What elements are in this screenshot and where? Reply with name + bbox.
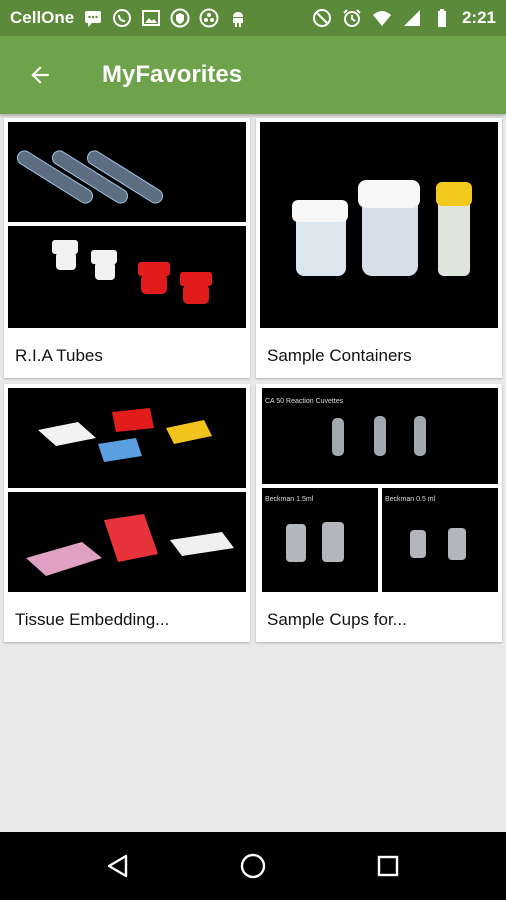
card-image (8, 388, 246, 592)
message-icon (85, 11, 102, 27)
whatsapp-icon (113, 9, 132, 27)
back-button[interactable] (12, 47, 68, 103)
home-circle-icon (240, 853, 266, 879)
status-time: 2:21 (461, 8, 496, 27)
card-label: Sample Containers (267, 346, 412, 365)
card-label: R.I.A Tubes (15, 346, 103, 365)
favorite-card-tissue-embedding[interactable]: Tissue Embedding... (4, 384, 250, 642)
favorite-card-sample-cups[interactable]: CA 50 Reaction Cuvettes Beckman 1.5ml Be… (256, 384, 502, 642)
beckman-05-label: Beckman 0.5 ml (385, 496, 436, 503)
card-label: Sample Cups for... (267, 610, 407, 629)
cuvettes-label: CA 50 Reaction Cuvettes (265, 398, 344, 405)
cassettes-photo (8, 388, 246, 488)
no-sim-icon (312, 9, 331, 27)
shield-icon (170, 8, 190, 28)
card-image: CA 50 Reaction Cuvettes Beckman 1.5ml Be… (260, 388, 498, 592)
favorites-grid: R.I.A Tubes Sample Containers Tissue Emb… (0, 114, 506, 832)
android-icon (233, 12, 244, 27)
favorite-card-sample-containers[interactable]: Sample Containers (256, 118, 502, 378)
app-bar: MyFavorites (0, 36, 506, 114)
recents-square-icon (378, 855, 399, 877)
beckman-15-photo: Beckman 1.5ml (262, 488, 378, 592)
cuvettes-photo: CA 50 Reaction Cuvettes (262, 388, 498, 484)
wifi-icon (372, 11, 391, 26)
card-label: Tissue Embedding... (15, 610, 170, 629)
status-left: CellOne (10, 8, 248, 28)
alarm-icon (343, 9, 361, 27)
card-image (260, 122, 498, 328)
tubes-photo (8, 122, 246, 222)
signal-icon (403, 10, 420, 26)
favorite-card-ria-tubes[interactable]: R.I.A Tubes (4, 118, 250, 378)
embedding-photo (8, 492, 246, 592)
status-right: 2:21 (312, 8, 496, 28)
arrow-back-icon (31, 66, 49, 84)
app-icon (199, 8, 219, 28)
caps-photo (8, 226, 246, 328)
navigation-bar (0, 832, 506, 900)
nav-recents-button[interactable] (358, 836, 418, 896)
back-triangle-icon (107, 854, 127, 878)
beckman-05-photo: Beckman 0.5 ml (382, 488, 498, 592)
carrier-name: CellOne (10, 8, 75, 27)
nav-back-button[interactable] (88, 836, 148, 896)
image-icon (142, 10, 161, 26)
status-bar: CellOne 2:21 (0, 0, 506, 36)
nav-home-button[interactable] (223, 836, 283, 896)
containers-photo (260, 122, 498, 328)
page-title: MyFavorites (102, 61, 243, 88)
card-image (8, 122, 246, 328)
beckman-15-label: Beckman 1.5ml (265, 496, 314, 503)
battery-icon (437, 9, 446, 27)
